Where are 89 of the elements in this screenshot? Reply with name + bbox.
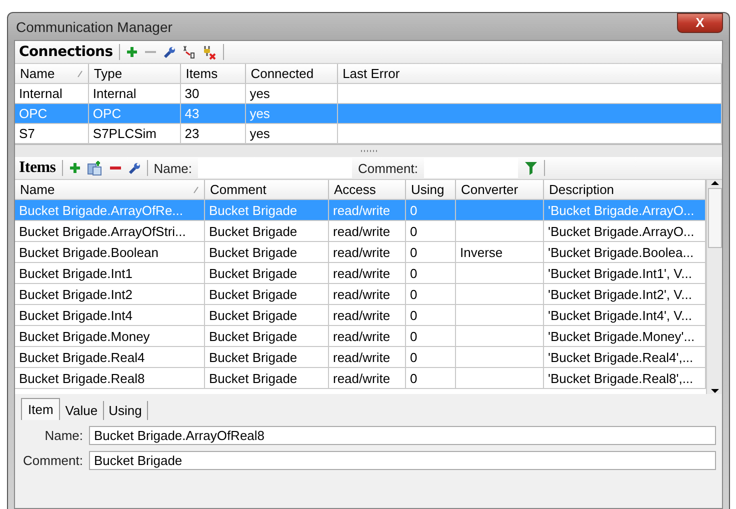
table-cell: 'Bucket Brigade.Int4', V... bbox=[548, 308, 692, 322]
table-cell: read/write bbox=[333, 370, 390, 386]
table-cell: 'Bucket Brigade.Boolea... bbox=[548, 244, 694, 260]
table-cell: read/write bbox=[333, 286, 390, 302]
table-cell: Bucket Brigade.Int1 bbox=[19, 266, 132, 280]
table-row[interactable]: Bucket Brigade.ArrayOfStri... Bucket Brigade read/write 0 'Bucket Brigade.ArrayO... bbox=[15, 221, 706, 242]
table-cell: 'Bucket Brigade.ArrayO... bbox=[548, 224, 694, 238]
toolbar-title: Connections bbox=[19, 44, 113, 60]
table-cell: Bucket Brigade.Int2 bbox=[19, 286, 132, 302]
table-cell: 30 bbox=[184, 86, 200, 101]
field-label: Name: bbox=[44, 428, 83, 443]
table-cell: read/write bbox=[333, 244, 390, 260]
column-header[interactable]: Name bbox=[15, 64, 89, 83]
column-header[interactable]: Using bbox=[406, 180, 456, 199]
column-header[interactable]: Items bbox=[180, 64, 246, 83]
column-header[interactable]: Last Error bbox=[338, 64, 722, 83]
window-title: Communication Manager bbox=[16, 18, 172, 34]
table-cell: Bucket Brigade.Real8 bbox=[19, 370, 145, 386]
table-cell: Inverse bbox=[460, 244, 503, 260]
table-row[interactable]: Bucket Brigade.Int1 Bucket Brigade read/write 0 'Bucket Brigade.Int1', V... bbox=[15, 263, 706, 284]
table-cell: yes bbox=[250, 106, 270, 121]
table-cell: OPC bbox=[92, 106, 122, 121]
table-cell: 'Bucket Brigade.Real8',... bbox=[548, 370, 694, 386]
tab[interactable]: Value bbox=[60, 401, 104, 420]
table-cell: read/write bbox=[333, 308, 390, 322]
table-cell: read/write bbox=[333, 266, 390, 280]
column-header[interactable]: Comment bbox=[205, 180, 329, 199]
table-row[interactable]: Bucket Brigade.Real4 Bucket Brigade read/write 0 'Bucket Brigade.Real4',... bbox=[15, 347, 706, 368]
table-cell: Bucket Brigade.Int4 bbox=[19, 308, 132, 322]
table-cell: 0 bbox=[410, 286, 418, 302]
table-cell: 0 bbox=[410, 202, 418, 218]
table-cell: yes bbox=[250, 86, 270, 101]
table-cell: 'Bucket Brigade.Int1', V... bbox=[548, 266, 692, 280]
table-cell: Bucket Brigade bbox=[209, 350, 298, 364]
table-cell: OPC bbox=[19, 106, 48, 121]
table-cell: Bucket Brigade bbox=[209, 244, 298, 260]
table-cell: 0 bbox=[410, 308, 418, 322]
tab[interactable]: Using bbox=[104, 401, 148, 420]
table-cell: 0 bbox=[410, 266, 418, 280]
table-cell: read/write bbox=[333, 350, 390, 364]
table-cell: Bucket Brigade bbox=[209, 328, 298, 344]
toolbar-title: Items bbox=[19, 159, 56, 177]
table-cell: S7PLCSim bbox=[92, 126, 156, 141]
table-cell: Bucket Brigade bbox=[209, 308, 298, 322]
column-header[interactable]: Access bbox=[329, 180, 406, 199]
field-label: Comment: bbox=[22, 453, 83, 468]
input-field[interactable]: Bucket Brigade bbox=[89, 451, 716, 470]
table-cell: 23 bbox=[184, 126, 200, 141]
table-cell: yes bbox=[250, 126, 270, 141]
table-row[interactable]: Bucket Brigade.Int4 Bucket Brigade read/write 0 'Bucket Brigade.Int4', V... bbox=[15, 305, 706, 326]
table-cell: Internal bbox=[19, 86, 62, 101]
table-cell: Bucket Brigade.Boolean bbox=[19, 244, 158, 260]
filter-label: Comment: bbox=[358, 160, 418, 176]
table-cell: 0 bbox=[410, 224, 418, 238]
table-cell: 0 bbox=[410, 350, 418, 364]
column-header[interactable]: Converter bbox=[456, 180, 544, 199]
table-cell: Bucket Brigade bbox=[209, 266, 298, 280]
table-cell: 0 bbox=[410, 370, 418, 386]
table-cell: 43 bbox=[184, 106, 200, 121]
tab[interactable]: Item bbox=[21, 398, 60, 420]
table-cell: Bucket Brigade bbox=[209, 286, 298, 302]
table-cell: 'Bucket Brigade.ArrayO... bbox=[548, 202, 694, 218]
table-cell: 'Bucket Brigade.Int2', V... bbox=[548, 286, 692, 302]
table-cell: Bucket Brigade.Money bbox=[19, 328, 150, 344]
table-cell: S7 bbox=[19, 126, 35, 141]
table-cell: 0 bbox=[410, 244, 418, 260]
table-cell: 'Bucket Brigade.Real4',... bbox=[548, 350, 694, 364]
table-cell: 'Bucket Brigade.Money'... bbox=[548, 328, 695, 344]
column-header[interactable]: Connected bbox=[246, 64, 338, 83]
table-cell: read/write bbox=[333, 202, 390, 218]
table-cell: Bucket Brigade.ArrayOfStri... bbox=[19, 224, 186, 238]
table-cell: 0 bbox=[410, 328, 418, 344]
column-header[interactable]: Name bbox=[15, 180, 205, 199]
column-header[interactable]: Type bbox=[88, 64, 181, 83]
input-field[interactable]: Bucket Brigade.ArrayOfReal8 bbox=[89, 426, 716, 445]
close-button[interactable]: X bbox=[677, 12, 723, 32]
table-cell: Bucket Brigade.Real4 bbox=[19, 350, 145, 364]
table-row[interactable]: Bucket Brigade.Money Bucket Brigade read/write 0 'Bucket Brigade.Money'... bbox=[15, 326, 706, 347]
table-row[interactable]: Bucket Brigade.Real8 Bucket Brigade read/write 0 'Bucket Brigade.Real8',... bbox=[15, 368, 706, 389]
table-cell: Bucket Brigade bbox=[209, 202, 298, 218]
table-row[interactable]: Bucket Brigade.Int2 Bucket Brigade read/write 0 'Bucket Brigade.Int2', V... bbox=[15, 284, 706, 305]
table-cell: Bucket Brigade bbox=[209, 370, 298, 386]
table-cell: Internal bbox=[92, 86, 136, 101]
table-cell: read/write bbox=[333, 224, 390, 238]
table-row[interactable]: Bucket Brigade.Boolean Bucket Brigade read/write 0 Inverse 'Bucket Brigade.Boolea... bbox=[15, 242, 706, 263]
table-cell: read/write bbox=[333, 328, 390, 344]
filter-label: Name: bbox=[154, 160, 192, 176]
table-cell: Bucket Brigade bbox=[209, 224, 298, 238]
table-cell: Bucket Brigade.ArrayOfRe... bbox=[19, 202, 184, 218]
